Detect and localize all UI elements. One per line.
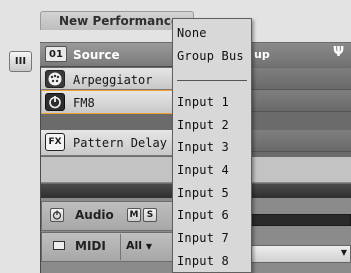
midi-channel-select[interactable]: All ▼ [126, 239, 152, 252]
arpeggiator-icon [45, 70, 65, 88]
chevron-down-icon: ▼ [340, 248, 347, 257]
audio-level-meter [250, 214, 351, 226]
audio-solo-button[interactable]: S [143, 208, 157, 222]
performance-tab[interactable]: New Performance [40, 11, 194, 30]
menu-item-input-5[interactable]: Input 5 [177, 186, 229, 200]
menu-item-input-6[interactable]: Input 6 [177, 208, 229, 222]
chevron-down-icon: ▼ [145, 242, 153, 251]
midi-label: MIDI [75, 239, 106, 253]
menu-item-input-8[interactable]: Input 8 [177, 254, 229, 268]
routing-fork-icon[interactable]: Ψ [333, 45, 344, 60]
source-title: Source [73, 48, 120, 62]
rack-view-toggle-button[interactable]: III [9, 51, 32, 72]
menu-item-group-bus[interactable]: Group Bus [177, 49, 244, 63]
performance-tab-label: New Performance [59, 14, 180, 28]
menu-item-input-2[interactable]: Input 2 [177, 118, 229, 132]
midi-port-icon [53, 241, 65, 250]
module-label-arpeggiator: Arpeggiator [73, 73, 153, 87]
module-slot-pattern-delay-right [250, 130, 351, 152]
midi-channel-value: All [126, 239, 143, 252]
menu-separator [177, 80, 247, 81]
input-routing-menu: None Group Bus Input 1 Input 2 Input 3 I… [172, 18, 252, 273]
slot-number-badge: 01 [45, 46, 67, 62]
module-label-pattern-delay: Pattern Delay [73, 136, 167, 150]
audio-mute-button[interactable]: M [127, 208, 141, 222]
module-label-fm8: FM8 [73, 96, 95, 110]
menu-item-input-4[interactable]: Input 4 [177, 163, 229, 177]
output-header-label: up [254, 48, 270, 61]
menu-item-input-1[interactable]: Input 1 [177, 95, 229, 109]
midi-divider [120, 234, 121, 260]
menu-item-input-3[interactable]: Input 3 [177, 140, 229, 154]
audio-power-button[interactable] [50, 208, 64, 222]
menu-item-none[interactable]: None [177, 26, 207, 40]
rack-view-icon: III [14, 56, 27, 67]
menu-item-input-7[interactable]: Input 7 [177, 231, 229, 245]
module-slot-fm8-right [250, 90, 351, 112]
fm8-power-icon [45, 93, 65, 111]
audio-output-select[interactable]: ▼ [250, 245, 351, 263]
audio-label: Audio [75, 208, 114, 222]
power-icon [52, 210, 62, 220]
module-slot-arpeggiator-right [250, 68, 351, 90]
fx-icon: FX [45, 133, 65, 151]
